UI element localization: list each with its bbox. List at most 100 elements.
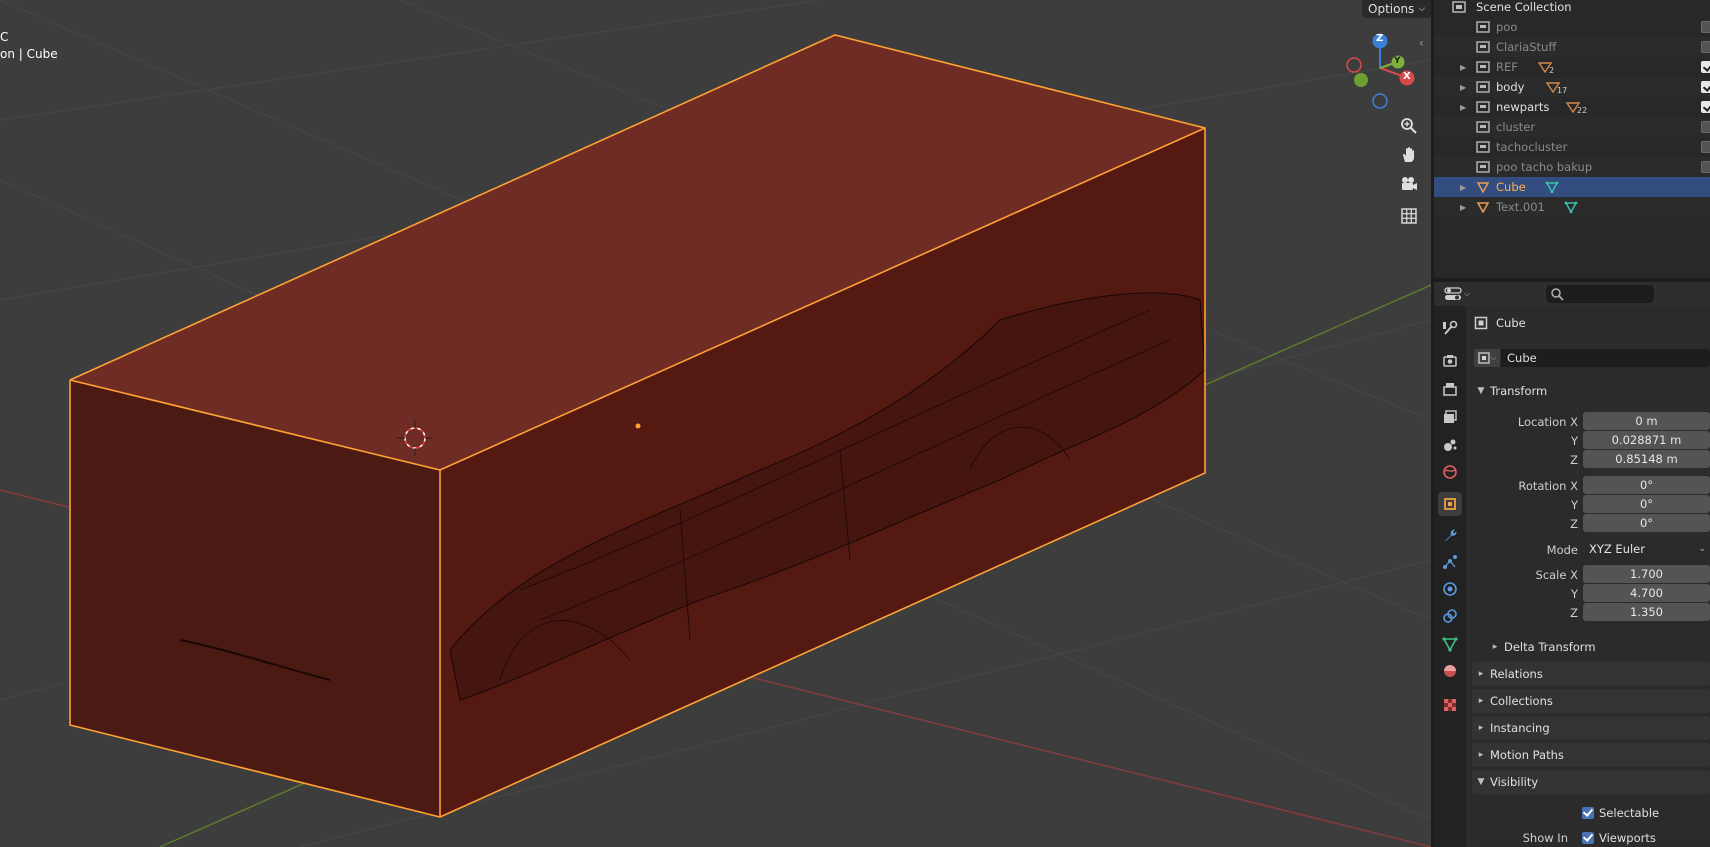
- exclude-checkbox[interactable]: [1701, 41, 1710, 53]
- outliner-item[interactable]: poo tacho bakup: [1434, 157, 1710, 177]
- object-browse-dropdown[interactable]: ⌵: [1474, 349, 1500, 367]
- outliner-item[interactable]: ▶ REF 2: [1434, 57, 1710, 77]
- options-label: Options: [1368, 2, 1415, 16]
- chevron-right-icon: ▸: [1478, 723, 1484, 733]
- outliner-item[interactable]: tachocluster: [1434, 137, 1710, 157]
- outliner-item[interactable]: cluster: [1434, 117, 1710, 137]
- chevron-down-icon: ⌄: [1698, 544, 1706, 554]
- exclude-checkbox[interactable]: [1701, 101, 1710, 113]
- options-dropdown[interactable]: Options ⌵: [1362, 0, 1431, 18]
- selectable-checkbox[interactable]: [1582, 807, 1594, 819]
- child-count-badge: 22: [1577, 106, 1588, 115]
- outliner-item[interactable]: ClariaStuff: [1434, 37, 1710, 57]
- rotation-y-field[interactable]: 0°: [1583, 495, 1710, 513]
- scale-x-field[interactable]: 1.700: [1583, 565, 1710, 583]
- rotation-mode-dropdown[interactable]: XYZ Euler ⌄: [1583, 540, 1710, 558]
- material-icon[interactable]: [1442, 663, 1458, 679]
- rotation-mode-value: XYZ Euler: [1589, 542, 1645, 556]
- exclude-checkbox[interactable]: [1701, 61, 1710, 73]
- outliner-item-label: poo tacho bakup: [1496, 160, 1593, 174]
- exclude-checkbox[interactable]: [1701, 121, 1710, 133]
- camera-view-icon[interactable]: [1397, 172, 1421, 196]
- scene-properties-icon[interactable]: [1442, 437, 1458, 453]
- instancing-panel-header[interactable]: ▸ Instancing: [1472, 716, 1710, 740]
- gizmo-x-label: X: [1403, 71, 1411, 82]
- texture-icon[interactable]: [1442, 697, 1458, 713]
- zoom-icon[interactable]: [1397, 114, 1421, 138]
- pan-hand-icon[interactable]: [1397, 143, 1421, 167]
- motion-paths-panel-header[interactable]: ▸ Motion Paths: [1472, 743, 1710, 767]
- rotation-z-field[interactable]: 0°: [1583, 514, 1710, 532]
- properties-body: Cube ⌵ Cube ▼ Transform Location X 0 m Y…: [1466, 306, 1710, 847]
- collections-panel-header[interactable]: ▸ Collections: [1472, 689, 1710, 713]
- tool-settings-icon[interactable]: [1442, 320, 1458, 336]
- view-layer-icon[interactable]: [1442, 409, 1458, 425]
- gizmo-z-label: Z: [1376, 33, 1384, 44]
- constraints-icon[interactable]: [1442, 608, 1458, 624]
- collection-icon: [1476, 141, 1490, 153]
- relations-panel-header[interactable]: ▸ Relations: [1472, 662, 1710, 686]
- visibility-panel-header[interactable]: ▼ Visibility: [1472, 770, 1710, 794]
- scene-collection-icon: [1452, 1, 1466, 13]
- outliner-item[interactable]: ▶ Cube: [1434, 177, 1710, 197]
- child-count-badge: 2: [1549, 66, 1555, 75]
- properties-search-input[interactable]: [1546, 285, 1654, 303]
- object-properties-icon[interactable]: [1438, 492, 1462, 516]
- mesh-data-icon[interactable]: [1442, 636, 1458, 652]
- 3d-viewport[interactable]: C on | Cube Options ⌵ Z X Y ‹: [0, 0, 1431, 847]
- location-z-label: Z: [1570, 453, 1578, 467]
- collection-icon: [1476, 161, 1490, 173]
- chevron-down-icon: ▼: [1477, 777, 1485, 787]
- object-name-label: Cube: [1496, 316, 1526, 330]
- exclude-checkbox[interactable]: [1701, 81, 1710, 93]
- rotation-y-label: Y: [1570, 498, 1578, 512]
- render-properties-icon[interactable]: [1442, 353, 1458, 369]
- transform-panel-header[interactable]: ▼ Transform: [1472, 379, 1710, 403]
- mesh-data-icon[interactable]: [1564, 201, 1578, 213]
- scene-collection-row[interactable]: Scene Collection: [1434, 0, 1710, 17]
- viewports-checkbox[interactable]: [1582, 832, 1594, 844]
- child-count-badge: 17: [1557, 86, 1568, 95]
- output-properties-icon[interactable]: [1442, 381, 1458, 397]
- delta-transform-subpanel[interactable]: ▸ Delta Transform: [1486, 635, 1710, 659]
- object-name-field[interactable]: Cube: [1501, 349, 1710, 367]
- modifier-wrench-icon[interactable]: [1442, 527, 1458, 543]
- object-icon: [1474, 316, 1488, 330]
- physics-icon[interactable]: [1442, 581, 1458, 597]
- editor-type-dropdown[interactable]: ⌵: [1444, 285, 1474, 303]
- show-in-label: Show In: [1522, 831, 1568, 845]
- expand-arrow-icon[interactable]: ▶: [1460, 83, 1470, 92]
- rotation-x-field[interactable]: 0°: [1583, 476, 1710, 494]
- world-properties-icon[interactable]: [1442, 464, 1458, 480]
- location-y-field[interactable]: 0.028871 m: [1583, 431, 1710, 449]
- expand-arrow-icon[interactable]: ▶: [1460, 63, 1470, 72]
- collections-panel-title: Collections: [1490, 694, 1553, 708]
- sidebar-toggle-icon[interactable]: ‹: [1419, 36, 1424, 50]
- outliner-panel[interactable]: Scene Collection poo ClariaStuff ▶ REF 2 ▶ bod…: [1434, 0, 1710, 280]
- outliner-item[interactable]: ▶ newparts 22: [1434, 97, 1710, 117]
- outliner-item[interactable]: ▶ Text.001: [1434, 197, 1710, 217]
- exclude-checkbox[interactable]: [1701, 21, 1710, 33]
- scale-y-field[interactable]: 4.700: [1583, 584, 1710, 602]
- location-x-field[interactable]: 0 m: [1583, 412, 1710, 430]
- mesh-data-icon[interactable]: [1545, 181, 1559, 193]
- particles-icon[interactable]: [1442, 554, 1458, 570]
- outliner-item-label: REF: [1496, 60, 1518, 74]
- outliner-item[interactable]: poo: [1434, 17, 1710, 37]
- outliner-item-label: cluster: [1496, 120, 1536, 134]
- delta-transform-title: Delta Transform: [1504, 640, 1596, 654]
- outliner-item[interactable]: ▶ body 17: [1434, 77, 1710, 97]
- viewports-label: Viewports: [1599, 831, 1656, 845]
- exclude-checkbox[interactable]: [1701, 141, 1710, 153]
- gizmo-y-label: Y: [1394, 56, 1401, 66]
- expand-arrow-icon[interactable]: ▶: [1460, 103, 1470, 112]
- outliner-item-label: tachocluster: [1496, 140, 1568, 154]
- expand-arrow-icon[interactable]: ▶: [1460, 203, 1470, 212]
- expand-arrow-icon[interactable]: ▶: [1460, 183, 1470, 192]
- object-origin: [635, 423, 641, 429]
- location-z-field[interactable]: 0.85148 m: [1583, 450, 1710, 468]
- grid-view-icon[interactable]: [1397, 204, 1421, 228]
- scale-z-label: Z: [1570, 606, 1578, 620]
- scale-z-field[interactable]: 1.350: [1583, 603, 1710, 621]
- exclude-checkbox[interactable]: [1701, 161, 1710, 173]
